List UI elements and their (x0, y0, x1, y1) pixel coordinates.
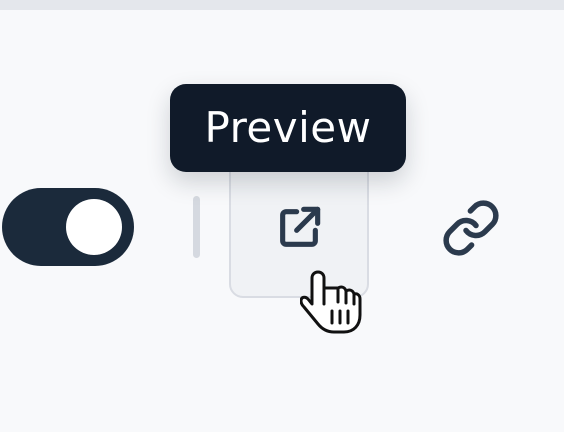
preview-button[interactable] (229, 158, 369, 298)
toolbar-divider (193, 196, 200, 258)
preview-tooltip: Preview (170, 84, 406, 172)
toggle-switch[interactable] (2, 188, 134, 266)
link-button[interactable] (421, 178, 521, 278)
external-link-icon (271, 200, 327, 256)
top-border (0, 0, 564, 10)
tooltip-label: Preview (204, 103, 372, 152)
link-icon (441, 198, 501, 258)
toggle-knob (66, 199, 122, 255)
